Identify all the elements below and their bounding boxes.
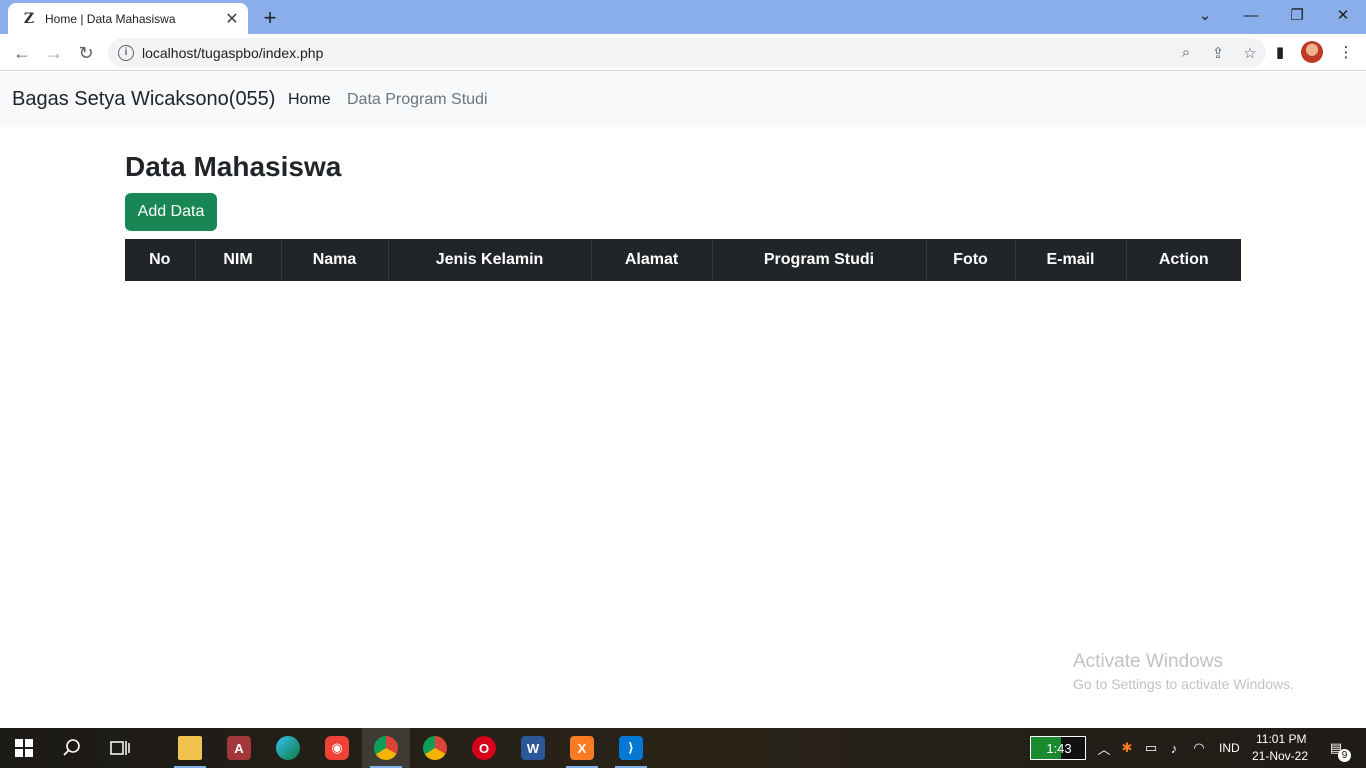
- zoom-search-icon[interactable]: ⌕: [1170, 39, 1202, 67]
- access-app-icon: A: [227, 736, 251, 760]
- battery-widget[interactable]: 1:43: [1030, 736, 1086, 760]
- site-info-icon[interactable]: i: [118, 44, 134, 61]
- vscode-icon[interactable]: ⟩: [607, 728, 655, 768]
- new-tab-button[interactable]: +: [258, 5, 282, 30]
- edge-app-icon: [276, 736, 300, 760]
- column-header-jenis-kelamin: Jenis Kelamin: [388, 239, 592, 281]
- search-icon[interactable]: [48, 728, 96, 768]
- watermark-title: Activate Windows: [1073, 651, 1223, 672]
- browser-tabstrip: Z Home | Data Mahasiswa ✕ + ⌄ — ❐ ✕: [0, 0, 1366, 34]
- side-panel-icon[interactable]: ▮: [1266, 38, 1294, 66]
- column-header-nama: Nama: [281, 239, 389, 281]
- task-view-icon[interactable]: [96, 728, 144, 768]
- chrome-app-icon: [423, 736, 447, 760]
- table-header-row: No NIM Nama Jenis Kelamin Alamat Program…: [125, 239, 1241, 281]
- close-window-button[interactable]: ✕: [1320, 0, 1366, 30]
- column-header-no: No: [125, 239, 196, 281]
- clock-time[interactable]: 11:01 PM: [1256, 732, 1306, 746]
- column-header-action: Action: [1126, 239, 1241, 281]
- folder-icon: [178, 736, 202, 760]
- volume-icon[interactable]: ♪: [1165, 738, 1183, 758]
- page-title: Data Mahasiswa: [125, 151, 342, 182]
- browser-tab-active[interactable]: Z Home | Data Mahasiswa ✕: [8, 3, 248, 34]
- column-header-alamat: Alamat: [591, 239, 713, 281]
- clock-date[interactable]: 21-Nov-22: [1252, 749, 1308, 763]
- search-glass-icon: [63, 739, 80, 756]
- browser-toolbar: ← → ↻ i localhost/tugaspbo/index.php ⌕ ⇪…: [0, 34, 1366, 71]
- column-header-program-studi: Program Studi: [712, 239, 927, 281]
- word-app-icon: W: [521, 736, 545, 760]
- browser-menu-icon[interactable]: ⋮: [1332, 38, 1360, 66]
- reload-icon[interactable]: ↻: [72, 39, 100, 67]
- xampp-app-icon: X: [570, 736, 594, 760]
- forward-arrow-icon[interactable]: →: [40, 39, 68, 67]
- camera-app-glyph-icon: ◉: [325, 736, 349, 760]
- nav-link-home[interactable]: Home: [288, 91, 331, 109]
- opera-app-icon: O: [472, 736, 496, 760]
- windows-logo-icon: [15, 739, 33, 757]
- share-icon[interactable]: ⇪: [1202, 39, 1234, 67]
- notification-count-badge: 9: [1338, 749, 1351, 762]
- show-hidden-icons-icon[interactable]: ︿: [1095, 738, 1113, 758]
- opera-icon[interactable]: O: [460, 728, 508, 768]
- back-arrow-icon[interactable]: ←: [8, 39, 36, 67]
- vscode-app-icon: ⟩: [619, 736, 643, 760]
- battery-icon[interactable]: ▭: [1142, 738, 1160, 758]
- avatar-image: [1301, 41, 1323, 63]
- column-header-foto: Foto: [926, 239, 1016, 281]
- column-header-nim: NIM: [195, 239, 282, 281]
- edge-icon[interactable]: [264, 728, 312, 768]
- chrome-profile-app-icon: [374, 736, 398, 760]
- bookmark-star-icon[interactable]: ☆: [1234, 39, 1266, 67]
- tab-favicon-icon: Z: [23, 10, 35, 27]
- xampp-tray-icon[interactable]: ✱: [1118, 738, 1136, 758]
- windows-taskbar: A ◉ O W X ⟩: [0, 728, 1366, 768]
- url-text[interactable]: localhost/tugaspbo/index.php: [142, 45, 1170, 61]
- windows-start-icon[interactable]: [0, 728, 48, 768]
- file-explorer-icon[interactable]: [166, 728, 214, 768]
- site-navbar: Bagas Setya Wicaksono(055) Home Data Pro…: [0, 72, 1366, 127]
- tab-title: Home | Data Mahasiswa: [45, 11, 176, 26]
- restore-button[interactable]: ❐: [1274, 0, 1320, 30]
- camera-app-icon[interactable]: ◉: [313, 728, 361, 768]
- battery-widget-text: 1:43: [1046, 740, 1072, 756]
- chrome-icon[interactable]: [411, 728, 459, 768]
- chrome-profile-icon[interactable]: [362, 728, 410, 768]
- task-view-glyph-icon: [110, 741, 130, 755]
- word-icon[interactable]: W: [509, 728, 557, 768]
- minimize-button[interactable]: —: [1228, 0, 1274, 30]
- wifi-icon[interactable]: ◠: [1190, 738, 1208, 758]
- column-header-email: E-mail: [1015, 239, 1127, 281]
- add-data-button[interactable]: Add Data: [125, 193, 217, 231]
- activate-windows-watermark: Activate Windows Go to Settings to activ…: [1073, 651, 1294, 692]
- access-icon[interactable]: A: [215, 728, 263, 768]
- xampp-icon[interactable]: X: [558, 728, 606, 768]
- language-indicator[interactable]: IND: [1219, 741, 1240, 755]
- watermark-subtitle: Go to Settings to activate Windows.: [1073, 676, 1294, 692]
- nav-link-data-program-studi[interactable]: Data Program Studi: [347, 91, 488, 109]
- navbar-brand[interactable]: Bagas Setya Wicaksono(055): [12, 88, 275, 111]
- profile-avatar[interactable]: [1298, 38, 1326, 66]
- mahasiswa-table: No NIM Nama Jenis Kelamin Alamat Program…: [125, 239, 1241, 281]
- tab-close-icon[interactable]: ✕: [222, 9, 242, 29]
- address-bar[interactable]: i localhost/tugaspbo/index.php ⌕ ⇪ ☆: [108, 38, 1266, 67]
- tab-search-chevron-icon[interactable]: ⌄: [1182, 0, 1228, 30]
